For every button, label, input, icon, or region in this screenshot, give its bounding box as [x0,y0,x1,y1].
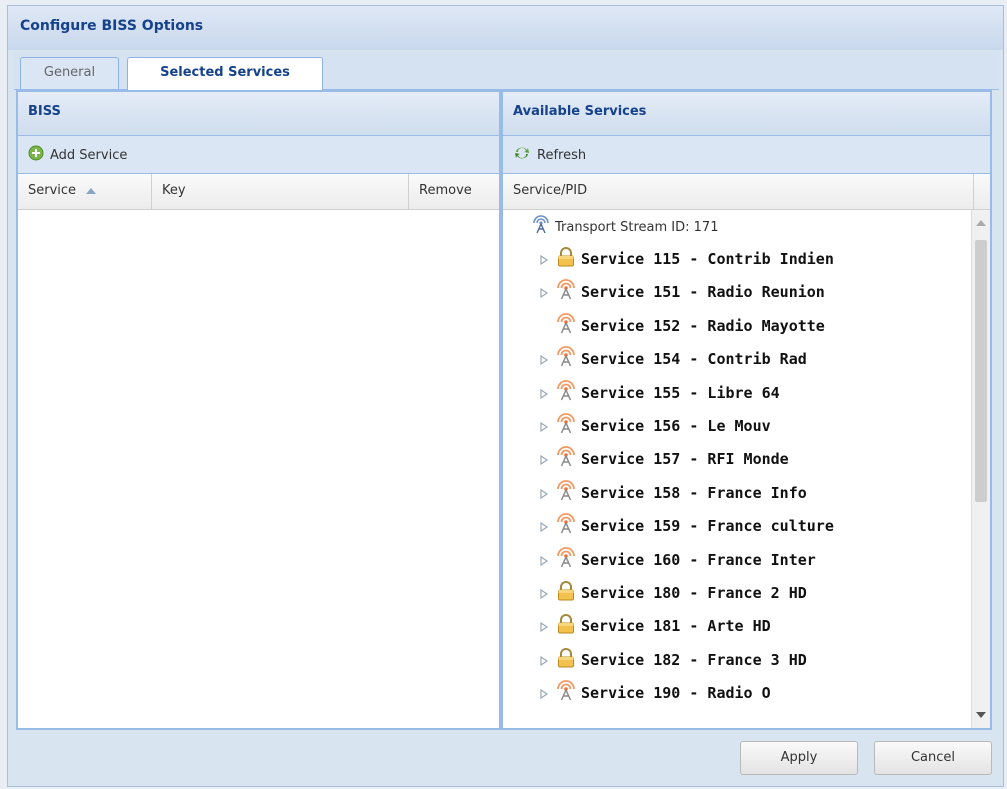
service-label: Service 152 - Radio Mayotte [581,316,825,335]
expand-arrow-icon[interactable] [539,421,549,433]
configure-biss-window: Configure BISS Options General Selected … [7,5,1004,787]
antenna-icon [555,513,577,539]
service-node[interactable]: Service 152 - Radio Mayotte [539,311,825,341]
add-circle-icon [28,145,44,165]
biss-panel-header: BISS [18,92,499,136]
refresh-label: Refresh [537,147,587,163]
service-label: Service 156 - Le Mouv [581,417,771,435]
antenna-icon [555,446,577,472]
available-tree-body: Transport Stream ID: 171 Service 115 - C… [503,210,990,728]
expand-arrow-icon[interactable] [539,688,549,700]
antenna-blue-icon [531,215,551,239]
available-services-panel: Available Services Refresh Service/PID T… [501,90,992,730]
antenna-icon [555,346,577,372]
tab-general[interactable]: General [20,57,119,89]
lock-icon [555,580,577,606]
service-label: Service 159 - France culture [581,517,834,536]
vertical-scrollbar[interactable] [971,210,990,728]
service-node[interactable]: Service 156 - Le Mouv [539,411,771,441]
available-toolbar: Refresh [503,136,990,174]
column-service-pid[interactable]: Service/PID [503,174,974,209]
tab-bar: General Selected Services [14,52,999,90]
cancel-button[interactable]: Cancel [874,741,992,775]
expand-arrow-icon[interactable] [539,354,549,366]
leaf-spacer [539,321,549,331]
service-node[interactable]: Service 159 - France culture [539,511,834,541]
scroll-thumb[interactable] [975,240,987,502]
antenna-icon [555,680,577,706]
antenna-icon [555,413,577,439]
service-label: Service 157 - RFI Monde [581,450,789,469]
antenna-icon [555,279,577,305]
biss-toolbar: Add Service [18,136,499,174]
service-node[interactable]: Service 151 - Radio Reunion [539,277,825,307]
column-key[interactable]: Key [152,174,409,209]
window-title-bar: Configure BISS Options [8,6,1003,50]
expand-arrow-icon[interactable] [539,555,549,566]
expand-arrow-icon[interactable] [539,287,549,299]
expand-arrow-icon[interactable] [539,254,549,266]
available-column-header: Service/PID [503,174,990,210]
service-label: Service 190 - Radio O [581,684,771,703]
service-node[interactable]: Service 182 - France 3 HD [539,645,807,675]
available-panel-header: Available Services [503,92,990,136]
add-service-button[interactable]: Add Service [28,144,127,166]
service-label: Service 115 - Contrib Indien [581,250,834,268]
expand-arrow-icon[interactable] [539,488,549,499]
scroll-up-arrow-icon[interactable] [976,220,986,226]
service-label: Service 180 - France 2 HD [581,584,807,602]
lock-icon [555,613,577,639]
service-label: Service 154 - Contrib Rad [581,350,807,369]
biss-panel-title: BISS [28,104,61,119]
lock-icon [555,647,577,673]
service-node[interactable]: Service 115 - Contrib Indien [539,244,834,274]
service-label: Service 182 - France 3 HD [581,650,807,669]
apply-button[interactable]: Apply [740,741,858,775]
column-service-label: Service [28,183,77,198]
service-node[interactable]: Service 160 - France Inter [539,545,816,575]
antenna-icon [555,312,577,339]
available-panel-title: Available Services [513,104,647,119]
transport-stream-node[interactable]: Transport Stream ID: 171 [531,212,718,242]
antenna-icon [555,379,577,406]
tab-selected-services[interactable]: Selected Services [127,57,323,90]
window-title: Configure BISS Options [20,18,204,34]
service-node[interactable]: Service 155 - Libre 64 [539,378,780,408]
services-tree: Transport Stream ID: 171 Service 115 - C… [503,210,972,728]
service-label: Service 155 - Libre 64 [581,383,780,402]
expand-arrow-icon[interactable] [539,588,549,600]
refresh-button[interactable]: Refresh [513,144,586,166]
column-service[interactable]: Service [18,174,152,209]
service-label: Service 158 - France Info [581,483,807,502]
service-node[interactable]: Service 157 - RFI Monde [539,444,789,474]
service-node[interactable]: Service 154 - Contrib Rad [539,344,807,374]
service-node[interactable]: Service 190 - Radio O [539,678,771,708]
transport-stream-label: Transport Stream ID: 171 [555,219,719,235]
refresh-icon [513,145,531,165]
biss-column-header: Service Key Remove [18,174,499,210]
service-node[interactable]: Service 181 - Arte HD [539,611,771,641]
dialog-footer: Apply Cancel [14,733,999,783]
column-remove[interactable]: Remove [409,174,499,209]
add-service-label: Add Service [50,147,128,163]
antenna-icon [555,546,577,573]
expand-arrow-icon[interactable] [539,454,549,466]
service-node[interactable]: Service 158 - France Info [539,478,807,508]
lock-icon [555,246,577,272]
service-label: Service 160 - France Inter [581,550,816,569]
expand-arrow-icon[interactable] [539,621,549,633]
service-label: Service 181 - Arte HD [581,617,771,636]
biss-grid-body[interactable] [18,210,499,728]
expand-arrow-icon[interactable] [539,388,549,399]
expand-arrow-icon[interactable] [539,521,549,533]
biss-panel: BISS Add Service Service Key Remove [16,90,501,730]
service-label: Service 151 - Radio Reunion [581,283,825,302]
scroll-down-arrow-icon[interactable] [976,712,986,718]
sort-asc-icon [86,187,97,194]
antenna-icon [555,479,577,506]
service-node[interactable]: Service 180 - France 2 HD [539,578,807,608]
expand-arrow-icon[interactable] [539,655,549,666]
